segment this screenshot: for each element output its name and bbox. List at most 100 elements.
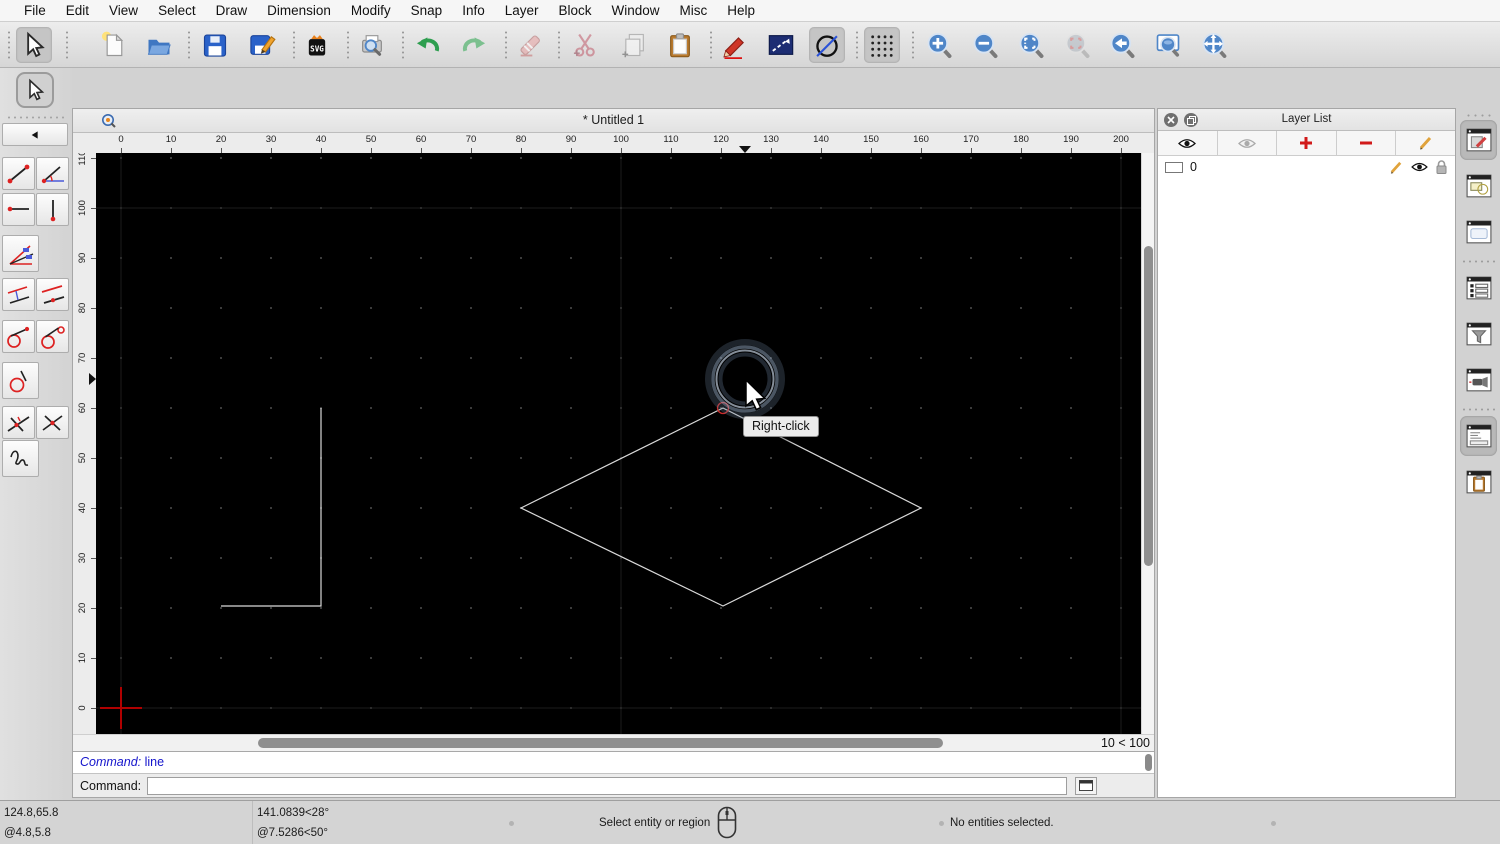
tool-line-relative-angle[interactable] (2, 406, 35, 439)
tangent-point-circle-icon (7, 326, 30, 348)
drawing-canvas[interactable]: Right-click (96, 153, 1141, 734)
tool-line-horizontal[interactable] (2, 193, 35, 226)
ruler-tick-label: 80 (515, 134, 527, 145)
menu-help[interactable]: Help (717, 0, 765, 22)
edit-layer-button[interactable] (1396, 131, 1455, 156)
block-list-panel-icon (1466, 174, 1491, 198)
sidebar-drag-handle[interactable] (6, 116, 66, 119)
flashlight-panel-button[interactable] (1460, 360, 1497, 400)
diamond[interactable] (519, 407, 923, 607)
command-dock-button[interactable] (1075, 776, 1098, 795)
zoom-window-button[interactable] (1150, 27, 1186, 63)
menu-snap[interactable]: Snap (401, 0, 453, 22)
save-button[interactable] (197, 27, 233, 63)
export-svg-button[interactable]: SVG (299, 27, 335, 63)
layer-panel-title: Layer List (1281, 113, 1332, 125)
menu-file[interactable]: File (14, 0, 56, 22)
command-prompt-label: Command: (80, 778, 142, 793)
lock-icon[interactable] (1435, 159, 1448, 175)
paste-clipboard-icon (670, 33, 690, 58)
horizontal-scrollbar-thumb[interactable] (258, 738, 943, 748)
command-input[interactable] (147, 776, 1068, 795)
zoom-auto-button[interactable] (1013, 27, 1049, 63)
drawing-window-titlebar[interactable]: * Untitled 1 (73, 109, 1154, 133)
tool-line-parallel-point[interactable] (2, 278, 35, 311)
vertical-scrollbar[interactable] (1141, 153, 1154, 734)
show-all-layers-button[interactable] (1158, 131, 1218, 156)
vertical-scrollbar-thumb[interactable] (1144, 246, 1153, 566)
line-attributes-button[interactable] (763, 27, 799, 63)
tool-line-freehand[interactable] (2, 440, 39, 477)
tool-tangent-two-circles[interactable] (36, 320, 69, 353)
layer-list-panel-button[interactable] (1460, 120, 1497, 160)
menu-edit[interactable]: Edit (56, 0, 99, 22)
tool-tangent-orthogonal[interactable] (2, 362, 39, 399)
toolbar-separator (558, 30, 560, 60)
paste-button[interactable] (662, 27, 698, 63)
entity-list-panel-button[interactable] (1460, 268, 1497, 308)
layer-color-swatch[interactable] (1165, 161, 1183, 173)
filter-panel-button[interactable] (1460, 314, 1497, 354)
open-file-button[interactable] (141, 27, 177, 63)
menu-window[interactable]: Window (602, 0, 670, 22)
zoom-auto-icon (1019, 32, 1044, 59)
ruler-tick-label: 100 (613, 134, 629, 145)
zoom-previous-button[interactable] (1059, 27, 1095, 63)
new-document-button[interactable] (95, 27, 131, 63)
zoom-back-button[interactable] (1104, 27, 1140, 63)
zoom-pan-button[interactable] (1196, 27, 1232, 63)
zoom-out-button[interactable] (967, 27, 1003, 63)
menu-draw[interactable]: Draw (206, 0, 258, 22)
command-window-panel-button[interactable] (1460, 416, 1497, 456)
relative-polar-coordinates: @7.5286<50° (257, 827, 328, 839)
zoom-in-button[interactable] (921, 27, 957, 63)
ruler-tick-label: 180 (1013, 134, 1029, 145)
horizontal-scrollbar[interactable] (96, 735, 1096, 751)
tools-back-button[interactable] (2, 123, 68, 146)
select-tool-button[interactable] (16, 27, 52, 63)
menu-block[interactable]: Block (549, 0, 602, 22)
menu-info[interactable]: Info (452, 0, 495, 22)
undo-button[interactable] (410, 27, 446, 63)
clipboard-panel-button[interactable] (1460, 462, 1497, 502)
menu-layer[interactable]: Layer (495, 0, 549, 22)
tool-line-bisector[interactable] (2, 235, 39, 272)
menu-dimension[interactable]: Dimension (257, 0, 341, 22)
cut-button[interactable] (567, 27, 603, 63)
tool-line-parallel[interactable] (36, 278, 69, 311)
command-history-label: Command: (80, 755, 142, 769)
tool-line-two-points[interactable] (2, 157, 35, 190)
copy-button[interactable] (616, 27, 652, 63)
circle-attributes-button[interactable] (809, 27, 845, 63)
library-browser-panel-button[interactable] (1460, 212, 1497, 252)
tool-line-angle[interactable] (36, 157, 69, 190)
canvas-entities (96, 153, 1141, 734)
pen-attributes-button[interactable] (717, 27, 753, 63)
l-shape-lines[interactable] (221, 408, 322, 607)
tool-tangent-point-circle[interactable] (2, 320, 35, 353)
layer-row[interactable]: 0 (1158, 156, 1455, 178)
edit-pencil-icon[interactable] (1389, 160, 1404, 175)
block-list-panel-button[interactable] (1460, 166, 1497, 206)
hide-all-layers-button[interactable] (1217, 131, 1278, 156)
grid-toggle-button[interactable] (864, 27, 900, 63)
delete-eraser-icon (520, 35, 540, 57)
dock-drag-handle[interactable] (1465, 114, 1493, 117)
menu-view[interactable]: View (99, 0, 148, 22)
main-toolbar: SVG (0, 22, 1500, 68)
redo-button[interactable] (456, 27, 492, 63)
tool-line-vertical[interactable] (36, 193, 69, 226)
add-layer-button[interactable] (1277, 131, 1337, 156)
save-as-button[interactable] (244, 27, 280, 63)
remove-layer-button[interactable] (1336, 131, 1397, 156)
print-preview-button[interactable] (354, 27, 390, 63)
history-scrollbar-thumb[interactable] (1145, 754, 1152, 771)
tool-line-orthogonal[interactable] (36, 406, 69, 439)
menu-modify[interactable]: Modify (341, 0, 401, 22)
zoom-in-icon (927, 32, 952, 59)
sidebar-select-tool-button[interactable] (16, 72, 54, 108)
visibility-eye-icon[interactable] (1411, 161, 1428, 173)
menu-misc[interactable]: Misc (670, 0, 718, 22)
menu-select[interactable]: Select (148, 0, 206, 22)
delete-button[interactable] (512, 27, 548, 63)
